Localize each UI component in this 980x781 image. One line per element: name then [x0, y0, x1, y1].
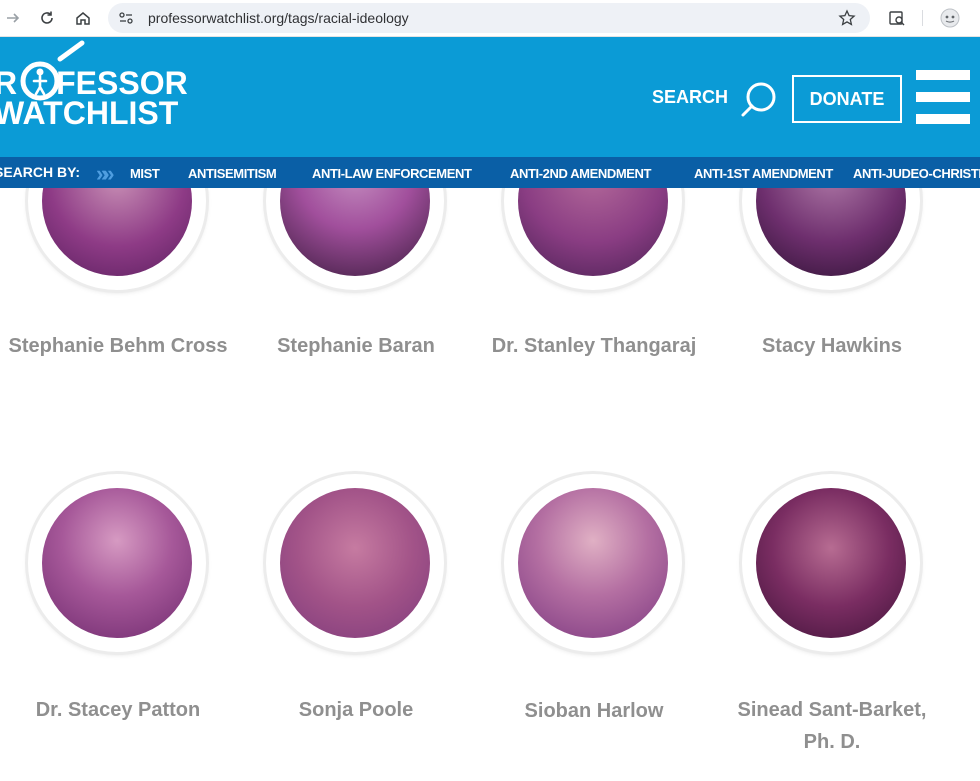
profile-avatar-icon[interactable] [940, 8, 960, 33]
profile-name[interactable]: Dr. Stanley Thangaraj [484, 330, 704, 362]
browser-toolbar: professorwatchlist.org/tags/racial-ideol… [0, 0, 980, 37]
avatar[interactable] [266, 474, 444, 652]
profile-name[interactable]: Stacy Hawkins [722, 330, 942, 362]
profile-name[interactable]: Sonja Poole [246, 694, 466, 726]
category-item[interactable]: ANTI-LAW ENFORCEMENT [312, 166, 472, 181]
search-tab-icon[interactable] [888, 9, 906, 32]
site-logo[interactable]: R FESSOR WATCHLIST [0, 37, 200, 157]
search-icon[interactable] [739, 80, 779, 125]
profile-name[interactable]: Stephanie Baran [246, 330, 466, 362]
profile-name[interactable]: Sioban Harlow [484, 695, 704, 727]
profile-name[interactable]: Stephanie Behm Cross [8, 330, 228, 362]
category-item[interactable]: ANTI-1ST AMENDMENT [694, 166, 833, 181]
avatar[interactable] [504, 474, 682, 652]
category-item[interactable]: ANTI-2ND AMENDMENT [510, 166, 651, 181]
avatar[interactable] [28, 474, 206, 652]
donate-button[interactable]: DONATE [792, 75, 902, 123]
forward-icon[interactable] [4, 9, 22, 27]
reload-icon[interactable] [38, 9, 56, 27]
menu-hamburger-icon[interactable] [916, 70, 972, 126]
bookmark-star-icon[interactable] [838, 9, 856, 32]
search-by-label: SEARCH BY: [0, 164, 81, 180]
home-icon[interactable] [74, 9, 92, 27]
url-text: professorwatchlist.org/tags/racial-ideol… [148, 10, 409, 26]
category-item[interactable]: MIST [130, 166, 160, 181]
toolbar-divider [922, 10, 924, 31]
avatar[interactable] [742, 474, 920, 652]
search-label[interactable]: SEARCH [652, 87, 728, 108]
scroll-chevron-icon[interactable]: »» [96, 161, 115, 187]
profile-name[interactable]: Dr. Stacey Patton [8, 694, 228, 726]
category-item[interactable]: ANTISEMITISM [188, 166, 277, 181]
logo-text-line2: WATCHLIST [0, 95, 179, 131]
profile-name[interactable]: Sinead Sant-Barket, Ph. D. [722, 694, 942, 758]
category-item[interactable]: ANTI-JUDEO-CHRISTIAN [853, 166, 980, 181]
site-header: R FESSOR WATCHLIST SEARCH DONATE [0, 37, 980, 157]
category-bar: SEARCH BY: »» MIST ANTISEMITISM ANTI-LAW… [0, 157, 980, 188]
address-bar[interactable]: professorwatchlist.org/tags/racial-ideol… [108, 3, 870, 33]
site-settings-icon[interactable] [118, 10, 134, 31]
